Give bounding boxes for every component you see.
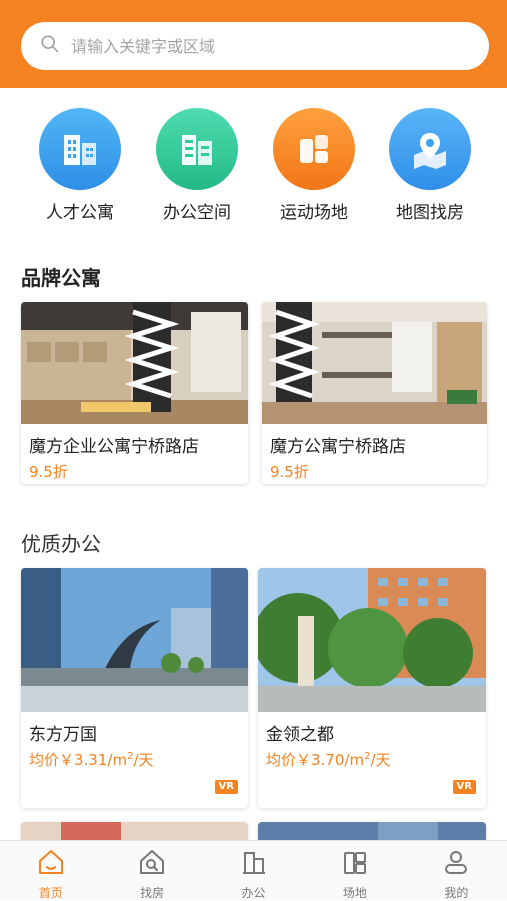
section-title-brand: 品牌公寓 — [21, 266, 101, 290]
nav-office[interactable]: 办公 — [203, 841, 304, 900]
office-name: 金领之都 — [266, 725, 334, 745]
vr-badge: VR — [452, 780, 476, 794]
nav-find-house[interactable]: 找房 — [101, 841, 202, 900]
category-label: 运动场地 — [280, 203, 348, 223]
nav-home[interactable]: 首页 — [0, 841, 101, 900]
office-card[interactable]: 金领之都 均价￥3.70/m2/天 VR — [258, 568, 486, 808]
profile-icon — [441, 847, 471, 881]
bottom-nav: 首页 找房 办公 场地 我的 — [0, 840, 507, 900]
nav-label: 办公 — [241, 886, 266, 900]
map-pin-icon — [389, 108, 471, 190]
apartment-photo — [21, 302, 248, 424]
search-input[interactable] — [69, 35, 469, 57]
nav-profile[interactable]: 我的 — [406, 841, 507, 900]
category-map-search[interactable]: 地图找房 — [370, 103, 490, 223]
category-talent-apartment[interactable]: 人才公寓 — [20, 103, 140, 223]
nav-label: 首页 — [38, 886, 63, 900]
venue-icon — [340, 847, 370, 881]
office-name: 东方万国 — [29, 725, 97, 745]
apartment-card[interactable]: 魔方公寓宁桥路店 9.5折 — [262, 302, 487, 484]
category-sports-venue[interactable]: 运动场地 — [254, 103, 374, 223]
office-photo — [21, 568, 248, 712]
nav-label: 场地 — [342, 886, 367, 900]
category-grid: 人才公寓 办公空间 运动场地 地图找房 — [0, 103, 507, 233]
office-card-peek[interactable] — [258, 822, 486, 842]
home-icon — [36, 847, 66, 881]
apartment-discount: 9.5折 — [270, 463, 309, 481]
office-price: 均价￥3.31/m2/天 — [29, 751, 154, 769]
search-icon — [39, 33, 61, 59]
search-bar[interactable] — [21, 22, 489, 70]
section-title-office: 优质办公 — [21, 532, 101, 556]
nav-venue[interactable]: 场地 — [304, 841, 405, 900]
nav-label: 找房 — [140, 886, 165, 900]
apartment-name: 魔方企业公寓宁桥路店 — [29, 437, 199, 457]
apartment-building-icon — [39, 108, 121, 190]
apartment-discount: 9.5折 — [29, 463, 68, 481]
apartment-photo — [262, 302, 487, 424]
office-card-peek[interactable] — [21, 822, 248, 842]
find-house-icon — [137, 847, 167, 881]
apartment-card[interactable]: 魔方企业公寓宁桥路店 9.5折 — [21, 302, 248, 484]
vr-badge: VR — [214, 780, 238, 794]
header-bar — [0, 0, 507, 88]
category-label: 地图找房 — [396, 203, 464, 223]
office-price: 均价￥3.70/m2/天 — [266, 751, 391, 769]
category-label: 办公空间 — [163, 203, 231, 223]
nav-label: 我的 — [444, 886, 469, 900]
office-building-icon — [156, 108, 238, 190]
category-label: 人才公寓 — [46, 203, 114, 223]
category-office-space[interactable]: 办公空间 — [137, 103, 257, 223]
office-icon — [239, 847, 269, 881]
office-card[interactable]: 东方万国 均价￥3.31/m2/天 VR — [21, 568, 248, 808]
apartment-name: 魔方公寓宁桥路店 — [270, 437, 406, 457]
office-photo — [258, 568, 486, 712]
sports-venue-icon — [273, 108, 355, 190]
